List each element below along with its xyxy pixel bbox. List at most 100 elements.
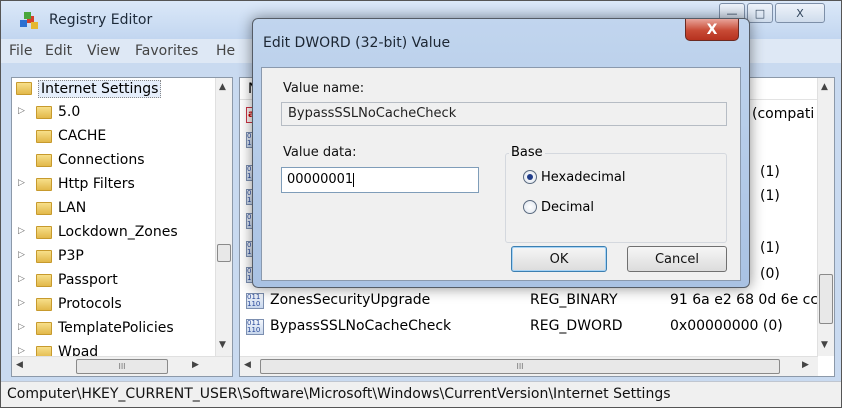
scroll-left-arrow-icon[interactable]: ◀ [244, 360, 251, 370]
value-data: 91 6a e2 68 0d 6e cc [670, 292, 819, 308]
values-vertical-scrollbar[interactable]: ▲ ▼ [817, 78, 834, 356]
menu-file[interactable]: File [9, 43, 32, 59]
tree-item-connections[interactable]: Connections [12, 150, 212, 172]
tree-item-p3p[interactable]: ▷ P3P [12, 246, 212, 268]
expand-arrow-icon[interactable]: ▷ [18, 178, 25, 188]
tree-item-label: 5.0 [58, 104, 81, 120]
value-type: REG_BINARY [530, 292, 618, 308]
scroll-left-arrow-icon[interactable]: ◀ [16, 360, 23, 370]
scrollbar-thumb[interactable]: III [260, 359, 780, 374]
value-data-text: 00000001 [287, 172, 354, 187]
expand-arrow-icon[interactable]: ▷ [18, 298, 25, 308]
dialog-close-button[interactable]: X [685, 19, 739, 41]
tree-item-cache[interactable]: CACHE [12, 126, 212, 148]
base-label: Base [509, 145, 545, 160]
folder-icon [36, 250, 52, 263]
radio-unselected-icon[interactable] [523, 200, 537, 214]
menu-favorites[interactable]: Favorites [135, 43, 198, 59]
value-name: ZonesSecurityUpgrade [270, 292, 431, 308]
tree-item-label: Passport [58, 272, 118, 288]
value-data-input[interactable]: 00000001 [281, 167, 479, 193]
tree-item-label: TemplatePolicies [58, 320, 174, 336]
value-row[interactable]: 011 110 BypassSSLNoCacheCheck REG_DWORD 0… [240, 316, 818, 338]
value-row[interactable]: 011 110 ZonesSecurityUpgrade REG_BINARY 9… [240, 290, 818, 312]
tree-item-protocols[interactable]: ▷ Protocols [12, 294, 212, 316]
tree-item-wpad[interactable]: ▷ Wpad [12, 342, 212, 356]
binary-value-icon: 011110 [246, 319, 264, 335]
tree-item-label: Lockdown_Zones [58, 224, 178, 240]
expand-arrow-icon[interactable]: ▷ [18, 274, 25, 284]
folder-icon [36, 202, 52, 215]
folder-icon [36, 154, 52, 167]
tree-item-lan[interactable]: LAN [12, 198, 212, 220]
menu-help[interactable]: He [216, 43, 235, 59]
tree-item-label: Protocols [58, 296, 122, 312]
folder-icon [36, 274, 52, 287]
radio-decimal-label: Decimal [541, 199, 595, 215]
tree-item-lockdown-zones[interactable]: ▷ Lockdown_Zones [12, 222, 212, 244]
tree-item-templatepolicies[interactable]: ▷ TemplatePolicies [12, 318, 212, 340]
tree-item-label: P3P [58, 248, 84, 264]
expand-arrow-icon[interactable]: ▷ [18, 226, 25, 236]
cancel-button[interactable]: Cancel [627, 246, 727, 272]
value-data: (compati [752, 106, 815, 122]
expand-arrow-icon[interactable]: ▷ [18, 322, 25, 332]
dialog-title: Edit DWORD (32-bit) Value [263, 35, 451, 51]
scrollbar-thumb[interactable] [217, 244, 231, 262]
tree-item-label: Http Filters [58, 176, 135, 192]
scrollbar-thumb[interactable] [819, 274, 833, 324]
folder-icon [36, 130, 52, 143]
folder-icon [16, 82, 32, 95]
window-close-button[interactable]: X [775, 3, 825, 23]
binary-value-icon: 011110 [246, 293, 264, 309]
expand-arrow-icon[interactable]: ▷ [18, 250, 25, 260]
value-name: BypassSSLNoCacheCheck [270, 318, 452, 334]
tree-item-label: Internet Settings [38, 80, 162, 98]
menu-edit[interactable]: Edit [45, 43, 72, 59]
scroll-up-arrow-icon[interactable]: ▲ [821, 82, 828, 92]
folder-icon [36, 106, 52, 119]
menu-view[interactable]: View [87, 43, 120, 59]
folder-icon [36, 298, 52, 311]
tree-item-label: LAN [58, 200, 87, 216]
maximize-button[interactable]: □ [747, 3, 773, 23]
tree-horizontal-scrollbar[interactable]: ◀ III ▶ [12, 356, 232, 376]
value-name-label: Value name: [283, 81, 365, 96]
value-data: (1) [760, 164, 780, 180]
expand-arrow-icon[interactable]: ▷ [18, 346, 25, 356]
text-cursor [353, 172, 355, 187]
tree-item-internet-settings[interactable]: Internet Settings [12, 78, 212, 100]
folder-icon [36, 346, 52, 356]
tree-item-label: Connections [58, 152, 145, 168]
registry-tree[interactable]: Internet Settings ▷ 5.0 CACHE Connection… [11, 77, 233, 377]
scroll-up-arrow-icon[interactable]: ▲ [219, 82, 226, 92]
scroll-right-arrow-icon[interactable]: ▶ [802, 360, 809, 370]
values-horizontal-scrollbar[interactable]: ◀ III ▶ [240, 356, 818, 376]
edit-dword-dialog: Edit DWORD (32-bit) Value X Value name: … [252, 18, 750, 288]
tree-item-passport[interactable]: ▷ Passport [12, 270, 212, 292]
value-type: REG_DWORD [530, 318, 623, 334]
tree-vertical-scrollbar[interactable]: ▲ ▼ [215, 78, 232, 356]
scroll-down-arrow-icon[interactable]: ▼ [821, 340, 828, 350]
scrollbar-thumb[interactable]: III [76, 359, 168, 374]
value-data: (0) [760, 266, 780, 282]
tree-item-label: Wpad [58, 344, 99, 356]
registry-editor-icon [20, 12, 38, 29]
window-title: Registry Editor [49, 12, 153, 28]
status-path: Computer\HKEY_CURRENT_USER\Software\Micr… [7, 386, 671, 402]
radio-decimal[interactable]: Decimal [523, 197, 594, 217]
radio-hexadecimal[interactable]: Hexadecimal [523, 167, 625, 187]
folder-icon [36, 226, 52, 239]
tree-item-label: CACHE [58, 128, 107, 144]
scroll-right-arrow-icon[interactable]: ▶ [192, 360, 199, 370]
expand-arrow-icon[interactable]: ▷ [18, 106, 25, 116]
ok-button[interactable]: OK [511, 246, 607, 272]
radio-selected-icon[interactable] [523, 170, 537, 184]
tree-item-http-filters[interactable]: ▷ Http Filters [12, 174, 212, 196]
tree-item-5-0[interactable]: ▷ 5.0 [12, 102, 212, 124]
value-data: 0x00000000 (0) [670, 318, 783, 334]
value-data: (1) [760, 240, 780, 256]
folder-icon [36, 322, 52, 335]
value-data-label: Value data: [283, 145, 357, 160]
scroll-down-arrow-icon[interactable]: ▼ [219, 340, 226, 350]
